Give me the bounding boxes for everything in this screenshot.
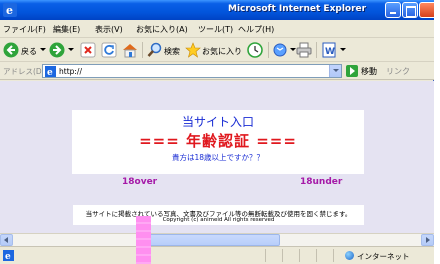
address-bar: アドレス(D) e http:// 移動 リンク [0, 62, 434, 80]
status-divider [282, 249, 283, 262]
search-label[interactable]: 検索 [164, 46, 180, 57]
svg-text:W: W [325, 47, 335, 57]
ie-logo-icon: e [3, 3, 17, 17]
status-page-icon: e [3, 250, 14, 261]
back-arrow-icon[interactable] [3, 42, 19, 58]
minimize-button[interactable] [385, 2, 401, 18]
menu-help[interactable]: ヘルプ(H) [238, 24, 274, 35]
page-icon: e [45, 66, 56, 77]
menu-view[interactable]: 表示(V) [95, 24, 123, 35]
menu-tools[interactable]: ツール(T) [198, 24, 233, 35]
status-bar: e インターネット [0, 246, 434, 264]
home-icon[interactable] [122, 42, 138, 58]
menu-file[interactable]: ファイル(F) [3, 24, 46, 35]
scroll-right-icon[interactable] [421, 234, 434, 246]
menu-bar: ファイル(F) 編集(E) 表示(V) お気に入り(A) ツール(T) ヘルプ(… [0, 20, 434, 38]
back-label[interactable]: 戻る [21, 46, 37, 57]
address-label: アドレス(D) [3, 67, 45, 76]
toolbar-separator [316, 42, 317, 58]
copyright-line: Copyright (c) animeid All rights reserve… [162, 217, 275, 223]
18over-link[interactable]: 18over [122, 177, 157, 187]
page-content: 当サイト入口 === 年齢認証 === 貴方は18歳以上ですか？？ 18over… [0, 81, 434, 233]
svg-text:e: e [6, 4, 13, 17]
menu-edit[interactable]: 編集(E) [53, 24, 80, 35]
toolbar-separator [142, 42, 143, 58]
favorites-star-icon[interactable] [185, 42, 201, 58]
maximize-button[interactable] [402, 2, 418, 18]
age-question: 貴方は18歳以上ですか？？ [171, 153, 265, 162]
highlight-bar [136, 216, 151, 264]
close-button[interactable] [419, 2, 434, 18]
internet-zone-icon [345, 251, 354, 260]
go-button[interactable]: 移動 [361, 66, 377, 77]
stop-icon[interactable] [80, 42, 96, 58]
forward-arrow-icon[interactable] [49, 42, 65, 58]
menu-favorites[interactable]: お気に入り(A) [136, 24, 188, 35]
address-input[interactable]: e http:// [42, 64, 342, 78]
svg-text:e: e [5, 252, 11, 261]
entrance-panel: 当サイト入口 === 年齢認証 === 貴方は18歳以上ですか？？ [72, 110, 364, 174]
age-verification-title: === 年齢認証 === [139, 132, 297, 150]
standard-toolbar: 戻る 検索 お気に入り W [0, 38, 434, 62]
mail-icon[interactable] [273, 42, 289, 58]
security-zone-label: インターネット [357, 252, 410, 261]
toolbar-separator [268, 42, 269, 58]
scroll-left-icon[interactable] [0, 234, 13, 246]
status-divider [265, 249, 266, 262]
window-title: Microsoft Internet Explorer [228, 4, 367, 14]
word-edit-icon[interactable]: W [321, 42, 337, 58]
horizontal-scrollbar[interactable] [0, 233, 434, 246]
forward-dropdown-icon[interactable] [68, 48, 74, 51]
site-title: 当サイト入口 [181, 115, 254, 129]
notice-panel: 当サイトに掲載されている写真、文書及びファイル等の無断転載及び使用を固く禁じます… [73, 205, 364, 225]
address-value[interactable]: http:// [59, 67, 82, 76]
favorites-label[interactable]: お気に入り [202, 46, 242, 57]
status-divider [316, 249, 317, 262]
18under-link[interactable]: 18under [300, 177, 342, 187]
back-dropdown-icon[interactable] [40, 48, 46, 51]
browser-window: e Microsoft Internet Explorer ファイル(F) 編集… [0, 0, 434, 264]
edit-dropdown-icon[interactable] [340, 48, 346, 51]
status-divider [299, 249, 300, 262]
right-edge [434, 0, 440, 264]
scroll-thumb[interactable] [146, 234, 280, 246]
address-dropdown-icon[interactable] [329, 65, 341, 77]
refresh-icon[interactable] [101, 42, 117, 58]
go-arrow-icon[interactable] [346, 65, 358, 77]
status-divider [333, 249, 334, 262]
links-button[interactable]: リンク [386, 66, 410, 77]
svg-text:e: e [47, 68, 53, 77]
search-icon[interactable] [147, 42, 163, 58]
title-bar: e Microsoft Internet Explorer [0, 0, 434, 20]
print-icon[interactable] [296, 42, 312, 58]
history-icon[interactable] [247, 42, 263, 58]
